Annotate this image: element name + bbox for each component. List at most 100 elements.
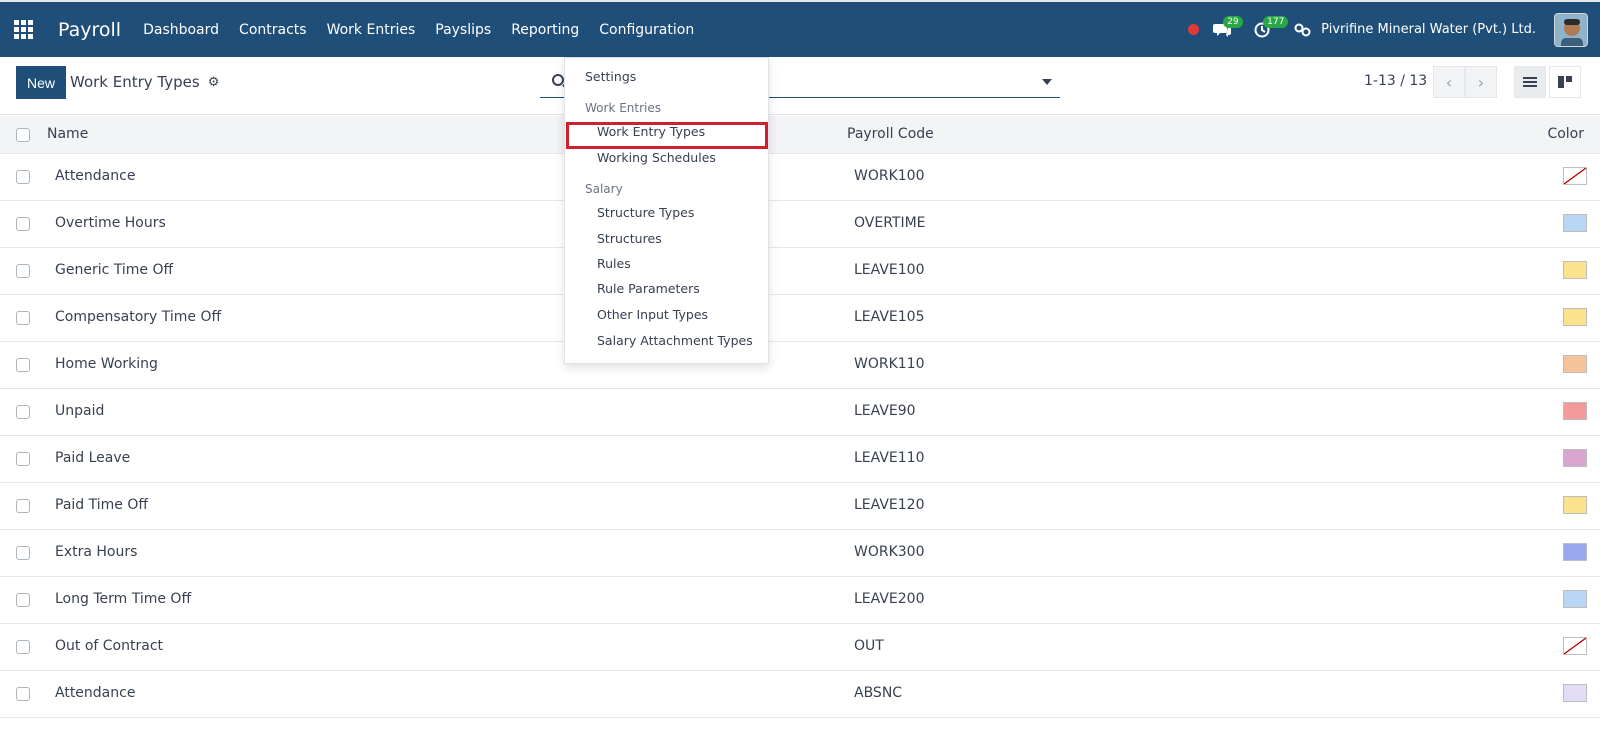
top-navbar: Payroll Dashboard Contracts Work Entries… bbox=[0, 0, 1600, 57]
row-name: Long Term Time Off bbox=[55, 591, 192, 607]
menu-item-rules[interactable]: Rules bbox=[597, 256, 631, 271]
company-name[interactable]: Pivrifine Mineral Water (Pvt.) Ltd. bbox=[1321, 22, 1536, 37]
menu-item-rule-parameters[interactable]: Rule Parameters bbox=[597, 281, 700, 296]
row-payroll-code: LEAVE90 bbox=[854, 403, 916, 419]
table-row[interactable]: Out of Contract OUT bbox=[0, 624, 1600, 671]
row-checkbox[interactable] bbox=[16, 311, 30, 325]
color-swatch bbox=[1563, 684, 1587, 702]
column-header-color[interactable]: Color bbox=[1547, 126, 1584, 142]
list-icon bbox=[1523, 77, 1537, 87]
page-title: Work Entry Types bbox=[70, 73, 200, 91]
company-switch-icon[interactable] bbox=[1293, 23, 1313, 37]
app-menu-icon[interactable] bbox=[0, 2, 46, 57]
row-checkbox[interactable] bbox=[16, 546, 30, 560]
row-checkbox[interactable] bbox=[16, 217, 30, 231]
row-checkbox[interactable] bbox=[16, 640, 30, 654]
menu-item-settings[interactable]: Settings bbox=[585, 69, 636, 84]
chevron-left-icon: ‹ bbox=[1445, 72, 1453, 92]
activities-button[interactable]: 177 bbox=[1247, 15, 1289, 45]
color-swatch bbox=[1563, 637, 1587, 655]
search-options-toggle-icon[interactable] bbox=[1042, 79, 1052, 85]
row-payroll-code: OUT bbox=[854, 638, 884, 654]
pager-value[interactable]: 1-13 / 13 bbox=[1364, 73, 1427, 89]
menu-section-work-entries: Work Entries bbox=[585, 101, 661, 115]
menu-item-other-input-types[interactable]: Other Input Types bbox=[597, 307, 708, 322]
menu-item-structures[interactable]: Structures bbox=[597, 231, 662, 246]
row-name: Attendance bbox=[55, 168, 136, 184]
menu-item-working-schedules[interactable]: Working Schedules bbox=[597, 150, 716, 165]
nav-payslips[interactable]: Payslips bbox=[425, 2, 501, 57]
row-name: Generic Time Off bbox=[55, 262, 174, 278]
color-swatch bbox=[1563, 543, 1587, 561]
nav-work-entries[interactable]: Work Entries bbox=[317, 2, 426, 57]
row-checkbox[interactable] bbox=[16, 405, 30, 419]
table-row[interactable]: Long Term Time Off LEAVE200 bbox=[0, 577, 1600, 624]
highlight-box bbox=[566, 122, 768, 149]
color-swatch bbox=[1563, 402, 1587, 420]
column-header-payroll-code[interactable]: Payroll Code bbox=[847, 126, 934, 142]
gear-icon[interactable]: ⚙ bbox=[208, 75, 220, 90]
row-payroll-code: WORK300 bbox=[854, 544, 925, 560]
select-all-checkbox[interactable] bbox=[16, 128, 30, 142]
table-row[interactable]: Home Working WORK110 bbox=[0, 342, 1600, 389]
row-checkbox[interactable] bbox=[16, 170, 30, 184]
row-checkbox[interactable] bbox=[16, 452, 30, 466]
list-view-button[interactable] bbox=[1514, 66, 1546, 98]
nav-reporting[interactable]: Reporting bbox=[501, 2, 589, 57]
pager-next-button[interactable]: › bbox=[1465, 66, 1497, 98]
user-avatar[interactable] bbox=[1554, 12, 1588, 47]
control-panel: New Work Entry Types ⚙ 1-13 / 13 ‹ › bbox=[0, 57, 1600, 115]
table-row[interactable]: Paid Time Off LEAVE120 bbox=[0, 483, 1600, 530]
menu-item-structure-types[interactable]: Structure Types bbox=[597, 205, 694, 220]
activities-count-badge: 177 bbox=[1263, 15, 1289, 28]
color-swatch bbox=[1563, 355, 1587, 373]
menu-section-salary: Salary bbox=[585, 182, 623, 196]
table-row[interactable]: Paid Leave LEAVE110 bbox=[0, 436, 1600, 483]
row-checkbox[interactable] bbox=[16, 499, 30, 513]
row-checkbox[interactable] bbox=[16, 593, 30, 607]
row-payroll-code: ABSNC bbox=[854, 685, 903, 701]
row-payroll-code: OVERTIME bbox=[854, 215, 926, 231]
row-name: Compensatory Time Off bbox=[55, 309, 222, 325]
color-swatch bbox=[1563, 308, 1587, 326]
color-swatch bbox=[1563, 214, 1587, 232]
row-payroll-code: LEAVE110 bbox=[854, 450, 925, 466]
row-payroll-code: LEAVE100 bbox=[854, 262, 925, 278]
color-swatch bbox=[1563, 496, 1587, 514]
row-name: Out of Contract bbox=[55, 638, 164, 654]
nav-dashboard[interactable]: Dashboard bbox=[133, 2, 229, 57]
row-checkbox[interactable] bbox=[16, 358, 30, 372]
nav-contracts[interactable]: Contracts bbox=[229, 2, 317, 57]
row-payroll-code: LEAVE105 bbox=[854, 309, 925, 325]
kanban-icon bbox=[1558, 76, 1572, 88]
row-name: Unpaid bbox=[55, 403, 105, 419]
table-row[interactable]: Compensatory Time Off LEAVE105 bbox=[0, 295, 1600, 342]
table-row[interactable]: Attendance WORK100 bbox=[0, 154, 1600, 201]
row-checkbox[interactable] bbox=[16, 264, 30, 278]
app-name[interactable]: Payroll bbox=[58, 19, 121, 41]
messages-button[interactable]: 29 bbox=[1207, 15, 1243, 45]
kanban-view-button[interactable] bbox=[1549, 66, 1581, 98]
row-checkbox[interactable] bbox=[16, 687, 30, 701]
color-swatch bbox=[1563, 261, 1587, 279]
table-row[interactable]: Overtime Hours OVERTIME bbox=[0, 201, 1600, 248]
row-payroll-code: LEAVE200 bbox=[854, 591, 925, 607]
recording-icon[interactable] bbox=[1188, 24, 1200, 35]
table-row[interactable]: Extra Hours WORK300 bbox=[0, 530, 1600, 577]
row-name: Home Working bbox=[55, 356, 158, 372]
configuration-dropdown-menu: Settings Work Entries Work Entry Types W… bbox=[564, 57, 769, 364]
row-name: Paid Leave bbox=[55, 450, 131, 466]
nav-configuration[interactable]: Configuration bbox=[589, 2, 704, 57]
table-row[interactable]: Unpaid LEAVE90 bbox=[0, 389, 1600, 436]
menu-item-salary-attachment-types[interactable]: Salary Attachment Types bbox=[597, 333, 753, 348]
table-row[interactable]: Generic Time Off LEAVE100 bbox=[0, 248, 1600, 295]
pager-previous-button[interactable]: ‹ bbox=[1433, 66, 1465, 98]
new-button[interactable]: New bbox=[16, 66, 66, 99]
search-icon bbox=[552, 74, 564, 86]
row-payroll-code: WORK100 bbox=[854, 168, 925, 184]
row-payroll-code: WORK110 bbox=[854, 356, 925, 372]
table-header: Name Payroll Code Color bbox=[0, 116, 1600, 154]
color-swatch bbox=[1563, 167, 1587, 185]
table-row[interactable]: Attendance ABSNC bbox=[0, 671, 1600, 718]
column-header-name[interactable]: Name bbox=[47, 126, 88, 142]
